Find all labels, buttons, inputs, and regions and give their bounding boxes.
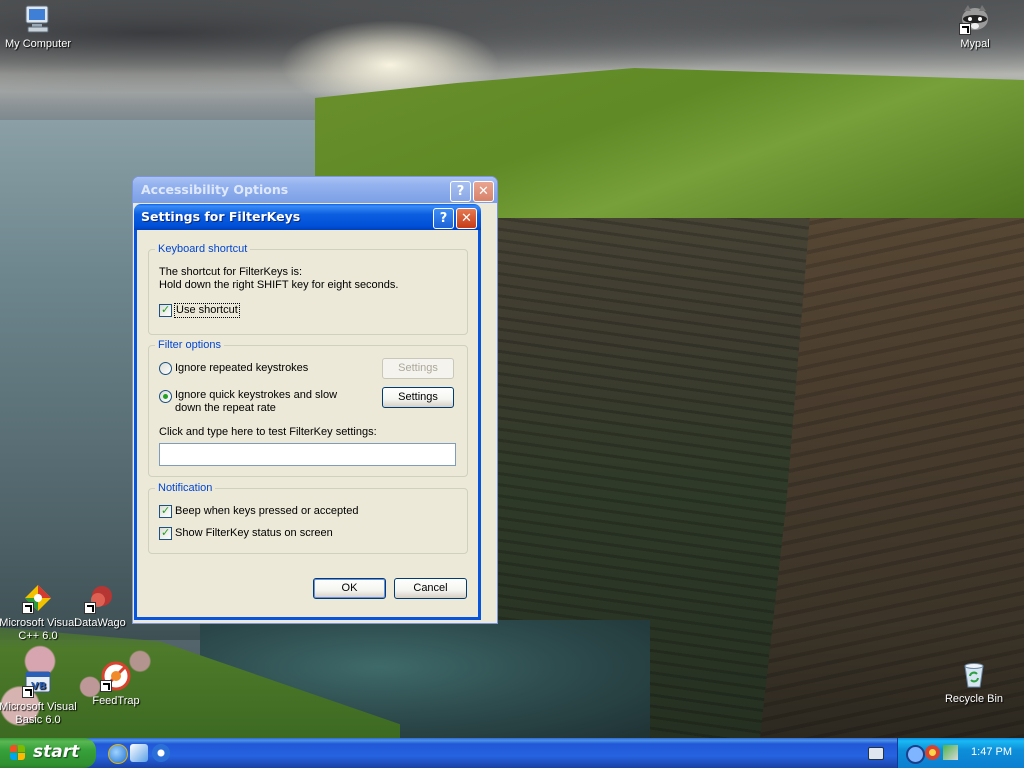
datawago-icon bbox=[84, 582, 116, 614]
radio-selected-dot bbox=[163, 394, 168, 399]
dialog-title: Settings for FilterKeys bbox=[141, 209, 301, 224]
close-button[interactable]: ✕ bbox=[473, 181, 494, 202]
clock[interactable]: 1:47 PM bbox=[971, 746, 1012, 758]
my-computer-icon bbox=[22, 3, 54, 35]
title-bar[interactable]: Settings for FilterKeys ? ✕ bbox=[134, 204, 481, 230]
close-button[interactable]: ✕ bbox=[456, 208, 477, 229]
recycle-bin-icon bbox=[958, 658, 990, 690]
antivirus-icon[interactable] bbox=[925, 745, 940, 760]
internet-explorer-icon[interactable] bbox=[108, 744, 128, 764]
beep-checkbox[interactable]: ✓ bbox=[159, 505, 172, 518]
show-status-label[interactable]: Show FilterKey status on screen bbox=[175, 527, 333, 540]
checkmark-icon: ✓ bbox=[161, 526, 171, 539]
shortcut-description-line1: The shortcut for FilterKeys is: bbox=[159, 266, 303, 278]
taskbar: start 1:47 PM bbox=[0, 738, 1024, 768]
media-player-icon[interactable] bbox=[130, 744, 148, 762]
desktop-icon-recycle-bin[interactable]: Recycle Bin bbox=[934, 658, 1014, 706]
test-field-label: Click and type here to test FilterKey se… bbox=[159, 426, 377, 438]
keyboard-icon[interactable] bbox=[868, 747, 884, 760]
notification-group: Notification ✓ Beep when keys pressed or… bbox=[148, 482, 468, 554]
keyboard-shortcut-group: Keyboard shortcut The shortcut for Filte… bbox=[148, 243, 468, 335]
repeated-settings-button[interactable]: Settings bbox=[382, 358, 454, 379]
desktop-icon-label: My Computer bbox=[4, 38, 72, 50]
checkmark-icon: ✓ bbox=[161, 303, 171, 316]
ok-button[interactable]: OK bbox=[313, 578, 386, 599]
desktop-icon-mypal[interactable]: Mypal bbox=[935, 3, 1015, 51]
ignore-repeated-radio[interactable] bbox=[159, 362, 172, 375]
help-button[interactable]: ? bbox=[450, 181, 471, 202]
start-button[interactable]: start bbox=[0, 738, 96, 768]
desktop-icon-label: Mypal bbox=[960, 38, 990, 50]
safely-remove-icon[interactable] bbox=[943, 745, 958, 760]
checkmark-icon: ✓ bbox=[161, 504, 171, 517]
use-shortcut-checkbox[interactable]: ✓ bbox=[159, 304, 172, 317]
windows-logo-icon bbox=[10, 745, 26, 761]
desktop-icon-label: Microsoft Visual Basic 6.0 bbox=[0, 701, 77, 726]
feedtrap-icon bbox=[100, 660, 132, 692]
show-desktop-icon[interactable] bbox=[152, 744, 170, 762]
window-title: Accessibility Options bbox=[141, 182, 289, 197]
ignore-repeated-label[interactable]: Ignore repeated keystrokes bbox=[175, 362, 308, 375]
desktop-icon-my-computer[interactable]: My Computer bbox=[0, 3, 78, 51]
desktop-icon-feedtrap[interactable]: FeedTrap bbox=[76, 660, 156, 708]
title-bar[interactable]: Accessibility Options ? ✕ bbox=[133, 177, 497, 203]
dialog-frame-bottom bbox=[134, 617, 481, 620]
help-button[interactable]: ? bbox=[433, 208, 454, 229]
shortcut-arrow-icon bbox=[22, 602, 34, 614]
visual-basic-icon: VB bbox=[22, 666, 54, 698]
shortcut-arrow-icon bbox=[959, 23, 971, 35]
group-legend: Notification bbox=[155, 482, 216, 494]
system-tray: 1:47 PM bbox=[897, 738, 1024, 768]
group-legend: Keyboard shortcut bbox=[155, 243, 251, 255]
desktop-icon-visual-cpp[interactable]: Microsoft Visual C++ 6.0 bbox=[0, 582, 78, 643]
ignore-quick-label-line1[interactable]: Ignore quick keystrokes and slow bbox=[175, 389, 337, 402]
cancel-button[interactable]: Cancel bbox=[394, 578, 467, 599]
mypal-raccoon-icon bbox=[959, 3, 991, 35]
use-shortcut-label[interactable]: Use shortcut bbox=[174, 303, 240, 318]
dialog-frame-left bbox=[134, 230, 137, 620]
shortcut-arrow-icon bbox=[22, 686, 34, 698]
start-label: start bbox=[33, 742, 80, 762]
desktop-icon-label: Microsoft Visual C++ 6.0 bbox=[0, 617, 77, 642]
filterkey-test-input[interactable] bbox=[159, 443, 456, 466]
quick-settings-button[interactable]: Settings bbox=[382, 387, 454, 408]
group-legend: Filter options bbox=[155, 339, 224, 351]
desktop-icon-datawago[interactable]: DataWago bbox=[68, 582, 132, 630]
visual-cpp-icon bbox=[22, 582, 54, 614]
shortcut-description-line2: Hold down the right SHIFT key for eight … bbox=[159, 279, 399, 291]
network-icon[interactable] bbox=[906, 745, 925, 764]
desktop-icon-label: DataWago bbox=[74, 617, 126, 629]
dialog-frame-right bbox=[478, 230, 481, 620]
filterkeys-settings-dialog[interactable]: Settings for FilterKeys ? ✕ Keyboard sho… bbox=[134, 204, 481, 620]
desktop-icon-visual-basic[interactable]: VB Microsoft Visual Basic 6.0 bbox=[0, 666, 78, 727]
ignore-quick-label-line2[interactable]: down the repeat rate bbox=[175, 402, 276, 415]
desktop-icon-label: Recycle Bin bbox=[944, 693, 1004, 705]
beep-label[interactable]: Beep when keys pressed or accepted bbox=[175, 505, 358, 518]
shortcut-arrow-icon bbox=[100, 680, 112, 692]
shortcut-arrow-icon bbox=[84, 602, 96, 614]
ignore-quick-radio[interactable] bbox=[159, 390, 172, 403]
show-status-checkbox[interactable]: ✓ bbox=[159, 527, 172, 540]
filter-options-group: Filter options Ignore repeated keystroke… bbox=[148, 339, 468, 477]
desktop-icon-label: FeedTrap bbox=[92, 695, 140, 707]
